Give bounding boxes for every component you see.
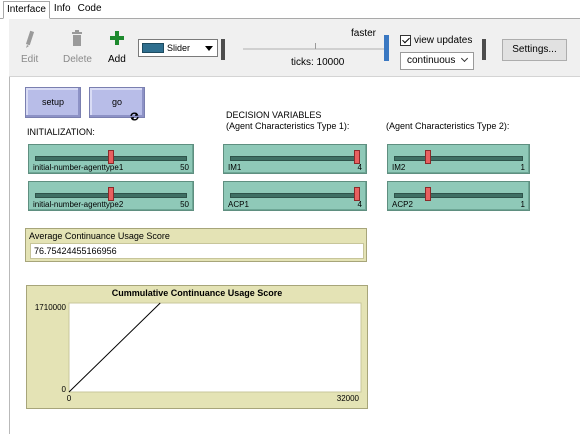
plus-icon <box>109 29 124 49</box>
ticks-counter: ticks: 10000 <box>291 57 345 68</box>
slider-value: 1 <box>520 163 525 172</box>
decision-variables-label: DECISION VARIABLES (Agent Characteristic… <box>226 110 350 131</box>
tab-interface[interactable]: Interface <box>3 1 50 19</box>
slider-thumb[interactable] <box>354 187 360 201</box>
view-updates-toggle[interactable]: view updates <box>400 35 472 46</box>
slider-value: 50 <box>180 163 189 172</box>
slider-thumb[interactable] <box>424 187 431 201</box>
setup-button-label: setup <box>41 97 65 107</box>
tab-bar: Interface Info Code <box>0 0 580 19</box>
update-mode-value: continuous <box>407 55 456 66</box>
pencil-icon <box>23 29 37 49</box>
slider-label: ACP1 <box>228 200 249 209</box>
y-tick-label-min: 0 <box>62 385 67 394</box>
slider-thumb[interactable] <box>354 150 360 164</box>
tab-info[interactable]: Info <box>51 1 74 18</box>
speed-slider-track[interactable] <box>243 48 385 50</box>
add-label: Add <box>108 54 126 65</box>
slider-track <box>230 193 360 198</box>
slider-widget-icon <box>142 43 164 53</box>
tab-code[interactable]: Code <box>75 1 105 18</box>
x-tick-label-min: 0 <box>67 394 72 403</box>
monitor-value: 76.75424455166956 <box>30 243 364 259</box>
toolbar-divider <box>482 39 486 60</box>
go-button[interactable]: go <box>89 87 145 121</box>
slider-value: 4 <box>357 200 362 209</box>
slider-acp2[interactable]: ACP2 1 <box>387 181 530 211</box>
x-tick-label-max: 32000 <box>337 394 360 403</box>
widget-type-dropdown[interactable]: Slider <box>138 39 218 57</box>
slider-label: IM2 <box>392 163 406 172</box>
slider-label: initial-number-agenttype1 <box>33 163 124 172</box>
chevron-down-icon <box>460 54 469 63</box>
plot-canvas: 1710000 00 32000 <box>35 302 362 403</box>
trash-icon <box>70 29 84 49</box>
toolbar-divider <box>221 39 225 60</box>
slider-label: ACP2 <box>392 200 413 209</box>
plot-title: Cummulative Continuance Usage Score <box>111 288 283 298</box>
slider-thumb[interactable] <box>108 187 114 201</box>
add-button[interactable]: Add <box>108 29 126 65</box>
initialization-label: INITIALIZATION: <box>27 127 95 137</box>
speed-slider-knob[interactable] <box>384 35 389 61</box>
edit-button[interactable]: Edit <box>21 29 38 65</box>
forever-icon <box>130 104 139 121</box>
speed-slider-tick <box>315 43 316 49</box>
cumulative-score-plot: Cummulative Continuance Usage Score 1710… <box>26 285 368 409</box>
slider-initial-number-agenttype2[interactable]: initial-number-agenttype2 50 <box>28 181 194 211</box>
dropdown-caret-icon <box>205 46 213 51</box>
slider-thumb[interactable] <box>424 150 431 164</box>
delete-label: Delete <box>63 54 92 65</box>
slider-label: IM1 <box>228 163 242 172</box>
slider-initial-number-agenttype1[interactable]: initial-number-agenttype1 50 <box>28 144 194 174</box>
view-updates-checkbox[interactable] <box>400 35 411 46</box>
slider-track <box>394 193 523 198</box>
slider-value: 1 <box>520 200 525 209</box>
edit-label: Edit <box>21 54 39 65</box>
setup-button[interactable]: setup <box>25 87 81 118</box>
slider-acp1[interactable]: ACP1 4 <box>223 181 367 211</box>
slider-value: 50 <box>180 200 189 209</box>
slider-thumb[interactable] <box>108 150 114 164</box>
slider-track <box>230 156 360 161</box>
slider-value: 4 <box>357 163 362 172</box>
toolbar: Edit Delete Add Slider faster ticks: 100… <box>9 19 580 77</box>
speed-label: faster <box>351 28 377 39</box>
type2-heading-label: (Agent Characteristics Type 2): <box>386 121 510 131</box>
slider-im1[interactable]: IM1 4 <box>223 144 367 174</box>
slider-label: initial-number-agenttype2 <box>33 200 124 209</box>
interface-left-border <box>9 77 10 434</box>
view-updates-label: view updates <box>414 35 473 46</box>
average-score-monitor: Average Continuance Usage Score 76.75424… <box>25 228 367 262</box>
go-button-label: go <box>111 97 122 107</box>
settings-button[interactable]: Settings... <box>502 39 567 61</box>
monitor-label: Average Continuance Usage Score <box>29 231 170 241</box>
slider-track <box>394 156 523 161</box>
delete-button[interactable]: Delete <box>63 29 92 65</box>
y-tick-label-max: 1710000 <box>35 303 67 312</box>
slider-im2[interactable]: IM2 1 <box>387 144 530 174</box>
plot-area <box>68 302 362 393</box>
update-mode-dropdown[interactable]: continuous <box>400 52 474 70</box>
widget-type-label: Slider <box>167 43 191 53</box>
